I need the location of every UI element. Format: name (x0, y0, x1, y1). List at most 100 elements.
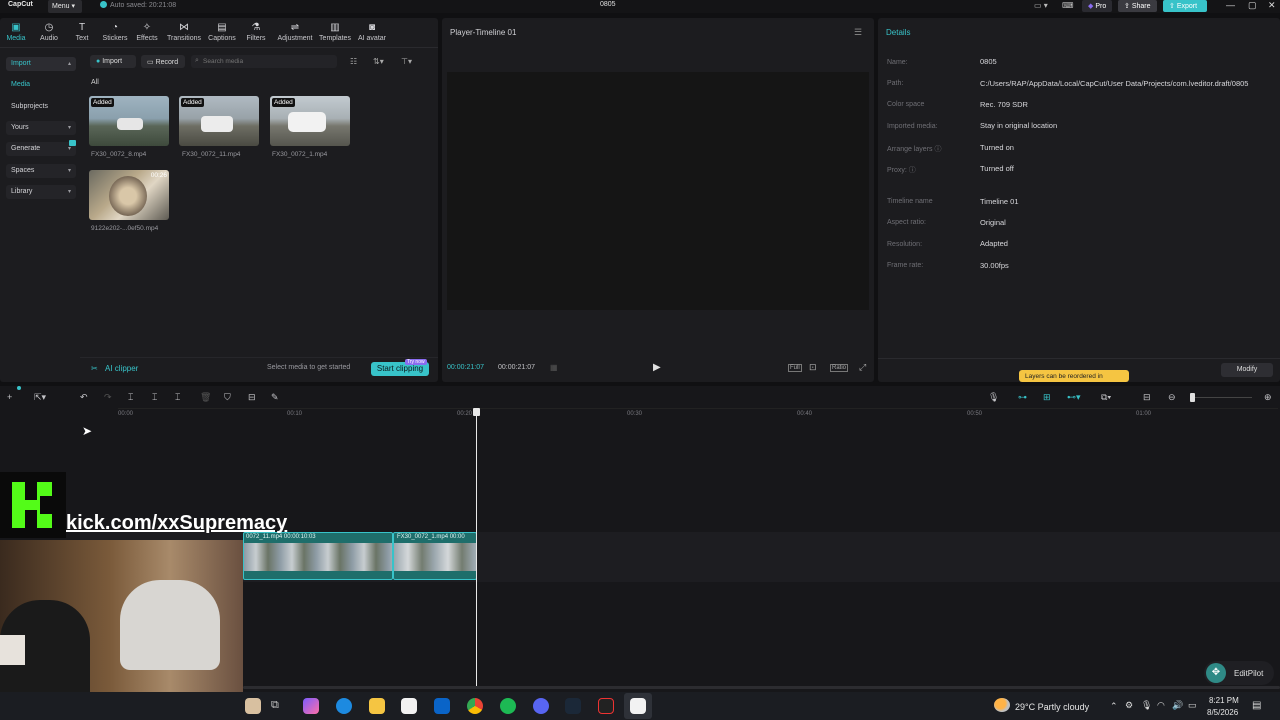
split-left-icon[interactable]: ⌶ (152, 392, 157, 403)
minimize-icon[interactable]: — (1226, 0, 1235, 10)
magnet-icon[interactable]: ⊞ (1043, 392, 1051, 403)
tab-stickers[interactable]: ◔ Stickers (97, 22, 133, 42)
clock-date[interactable]: 8/5/2026 (1207, 708, 1238, 717)
delete-icon[interactable]: 🗑 (200, 392, 211, 403)
auto-cut-icon[interactable]: ✎ (271, 392, 279, 403)
outlook-icon[interactable] (434, 698, 450, 714)
import-button[interactable]: ● Import (90, 55, 136, 68)
tray-mic-icon[interactable]: 🎙 (1141, 700, 1152, 711)
steam-icon[interactable] (565, 698, 581, 714)
play-icon[interactable]: ▶ (653, 362, 661, 373)
zoom-slider-handle[interactable] (1190, 393, 1195, 402)
audio-icon: ◷ (44, 22, 54, 33)
share-button[interactable]: ⇪ Share (1118, 0, 1157, 12)
tray-app-icon[interactable]: ⚙ (1125, 700, 1133, 711)
player-menu-icon[interactable]: ☰ (854, 27, 862, 38)
undo-icon[interactable]: ↶ (80, 392, 88, 403)
obs-icon[interactable] (598, 698, 614, 714)
linkage-icon[interactable]: ⊷▾ (1067, 392, 1081, 403)
keyboard-icon[interactable]: ⌨ (1062, 1, 1074, 10)
export-button[interactable]: ⇧ Export (1163, 0, 1207, 12)
taskbar-app-icon[interactable] (245, 698, 261, 714)
store-icon[interactable] (401, 698, 417, 714)
caption-icon[interactable]: ⊟ (1143, 392, 1151, 403)
menu-button[interactable]: Menu ▾ (48, 0, 82, 13)
battery-icon[interactable]: ▭ (1188, 700, 1197, 711)
tab-adjustment[interactable]: ⇌ Adjustment (276, 22, 314, 42)
media-thumb[interactable]: 00:26 (89, 170, 169, 220)
spotify-icon[interactable] (500, 698, 516, 714)
video-clip[interactable]: 0072_11.mp4 00:00:10:03 (243, 532, 393, 580)
sidebar-item-subprojects[interactable]: Subprojects (6, 100, 76, 114)
layout-icon[interactable]: ▭ ▾ (1034, 1, 1048, 10)
zoom-in-icon[interactable]: ⊕ (1264, 392, 1272, 403)
snapshot-icon[interactable]: ⊡ (809, 362, 817, 373)
close-icon[interactable]: ✕ (1268, 0, 1276, 11)
media-thumb[interactable]: Added (179, 96, 259, 146)
notification-icon[interactable]: ▤ (1252, 700, 1261, 711)
sidebar-item-yours[interactable]: Yours ▾ (6, 121, 76, 135)
file-explorer-icon[interactable] (369, 698, 385, 714)
ai-clipper-label[interactable]: AI clipper (105, 364, 138, 373)
tab-media[interactable]: ▣ Media (0, 22, 34, 42)
tab-templates[interactable]: ▥ Templates (316, 22, 354, 42)
discord-icon[interactable] (533, 698, 549, 714)
maximize-icon[interactable]: ▢ (1248, 0, 1257, 11)
add-track-icon[interactable]: + (7, 392, 12, 402)
search-box[interactable]: ⌕ (191, 55, 337, 68)
pro-label: Pro (1095, 3, 1107, 10)
pro-button[interactable]: ◆ Pro (1082, 0, 1113, 12)
split-right-icon[interactable]: ⌶ (175, 392, 180, 403)
video-clip[interactable]: FX30_0072_1.mp4 00:00 (393, 532, 477, 580)
volume-icon[interactable]: 🔊 (1172, 700, 1183, 711)
tab-filters[interactable]: ⚗ Filters (238, 22, 274, 42)
tab-audio[interactable]: ◷ Audio (31, 22, 67, 42)
full-quality-button[interactable]: Full (788, 364, 802, 372)
search-input[interactable] (203, 56, 331, 67)
edge-icon[interactable] (336, 698, 352, 714)
media-thumb[interactable]: Added (89, 96, 169, 146)
preview-canvas[interactable] (447, 72, 869, 310)
tab-captions[interactable]: ▤ Captions (204, 22, 240, 42)
ratio-button[interactable]: Ratio (830, 364, 849, 372)
playhead[interactable] (476, 410, 477, 686)
zoom-out-icon[interactable]: ⊖ (1168, 392, 1176, 403)
tab-transitions[interactable]: ⋈ Transitions (166, 22, 202, 42)
view-grid-icon[interactable]: ☷ (350, 57, 357, 66)
weather-text[interactable]: 29°C Partly cloudy (1015, 702, 1089, 712)
zoom-slider-track[interactable] (1192, 397, 1252, 398)
split-icon[interactable]: ⌶ (128, 392, 133, 403)
link-main-icon[interactable]: ⊶ (1018, 392, 1027, 403)
tab-text[interactable]: T Text (64, 22, 100, 42)
redo-icon[interactable]: ↷ (104, 392, 112, 403)
sidebar-item-generate[interactable]: Generate ▾ (6, 142, 76, 156)
select-tool-icon[interactable]: ⇱▾ (34, 392, 46, 403)
crop-icon[interactable]: ⊟ (248, 392, 256, 403)
sort-icon[interactable]: ⇅▾ (373, 57, 384, 66)
shield-icon[interactable]: ⛉ (224, 392, 231, 403)
chrome-icon[interactable] (467, 698, 483, 714)
sidebar-item-media[interactable]: Media (6, 78, 76, 92)
clock-time[interactable]: 8:21 PM (1209, 696, 1239, 705)
task-view-icon[interactable]: ⧉ (271, 699, 279, 712)
tab-effects[interactable]: ✧ Effects (129, 22, 165, 42)
preview-axis-icon[interactable]: ⧉▾ (1101, 392, 1111, 403)
sidebar-item-library[interactable]: Library ▾ (6, 185, 76, 199)
capcut-taskbar-icon[interactable] (630, 698, 646, 714)
record-button[interactable]: ▭ Record (141, 55, 185, 68)
filter-all[interactable]: All (91, 79, 99, 86)
filter-icon[interactable]: ⊤▾ (401, 57, 412, 66)
microphone-icon[interactable]: 🎙 (988, 392, 999, 403)
editpilot-button[interactable]: ✥ EditPilot (1204, 661, 1274, 685)
tray-chevron-icon[interactable]: ⌃ (1110, 701, 1118, 712)
timeline-scrollbar[interactable] (243, 686, 1280, 689)
wifi-icon[interactable]: ◠ (1157, 700, 1165, 711)
playhead-handle[interactable] (473, 408, 480, 416)
tab-ai-avatar[interactable]: ◙ AI avatar (354, 22, 390, 42)
modify-button[interactable]: Modify (1221, 363, 1273, 377)
fullscreen-icon[interactable]: ⤢ (859, 362, 866, 373)
sidebar-item-spaces[interactable]: Spaces ▾ (6, 164, 76, 178)
media-thumb[interactable]: Added (270, 96, 350, 146)
sidebar-item-import[interactable]: Import ▴ (6, 57, 76, 71)
copilot-icon[interactable] (303, 698, 319, 714)
